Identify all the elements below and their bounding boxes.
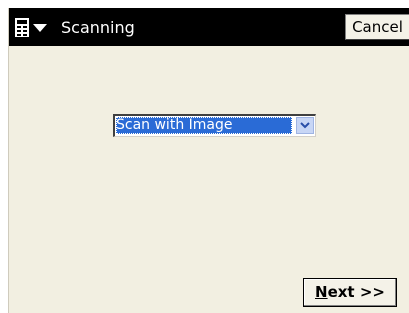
next-label-rest: ext >>	[327, 283, 385, 301]
title-bar: Scanning Cancel	[9, 8, 409, 46]
scanning-screen: Scanning Cancel Scan with Image Next >>	[8, 8, 409, 313]
window-title: Scanning	[61, 18, 135, 37]
next-mnemonic: N	[315, 283, 328, 301]
dropdown-arrow-button[interactable]	[296, 117, 314, 134]
scan-mode-selected-value: Scan with Image	[116, 117, 292, 134]
start-menu-button[interactable]	[10, 17, 56, 39]
next-button[interactable]: Next >>	[303, 278, 397, 307]
cancel-button[interactable]: Cancel	[345, 14, 409, 40]
scan-mode-select[interactable]: Scan with Image	[113, 114, 316, 137]
triangle-down-icon	[33, 24, 47, 32]
chevron-down-icon	[300, 122, 310, 129]
menu-list-icon	[15, 18, 47, 37]
